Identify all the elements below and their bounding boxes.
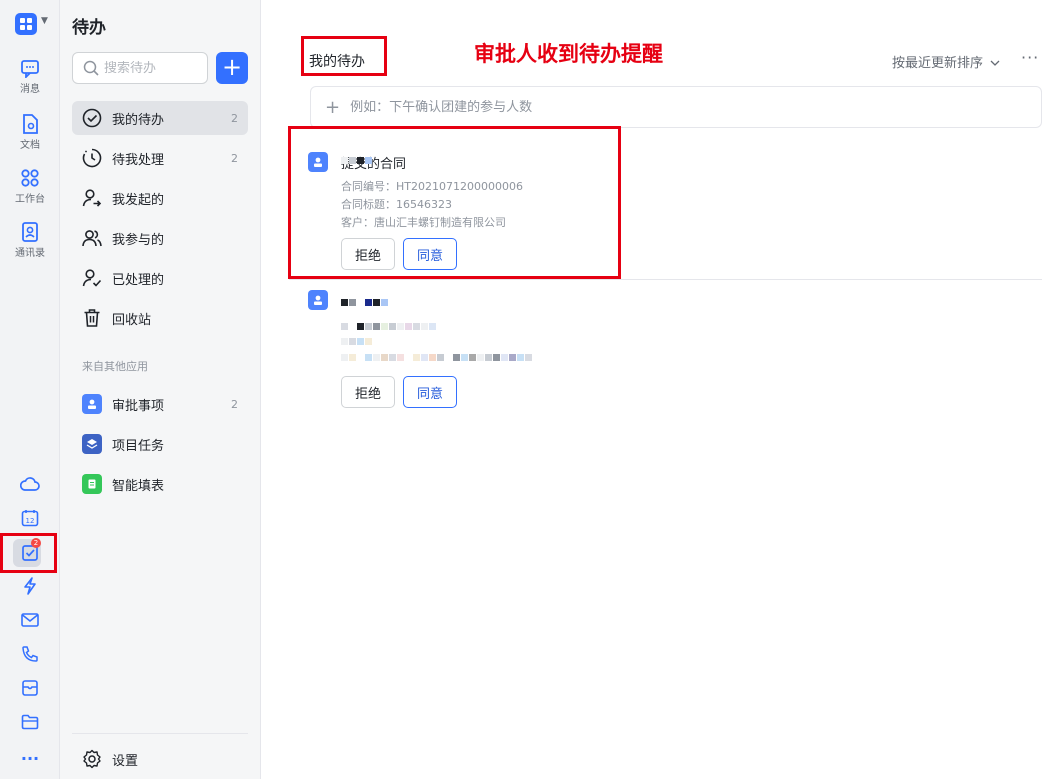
add-todo-button[interactable]: + [216,52,248,84]
sidebar-footer-divider [72,733,248,734]
user-check-icon [82,268,102,288]
sidebar-app-approval[interactable]: 审批事项 2 [72,387,248,421]
rail-label: 消息 [20,84,40,95]
sidebar-item-label: 待我处理 [112,152,165,168]
approval-avatar-icon [308,290,328,310]
annotation-text: 审批人收到待办提醒 [474,41,663,66]
message-icon [21,60,39,78]
sort-dropdown[interactable]: 按最近更新排序 [892,52,1000,71]
rail-cloud[interactable] [0,468,60,500]
chevron-down-icon [990,60,1000,66]
reject-button[interactable]: 拒绝 [341,376,395,408]
rail-more-icon[interactable]: ··· [0,742,60,774]
sidebar-item-count: 2 [231,397,238,411]
redacted-block [341,320,437,333]
sidebar-item-my-todo[interactable]: 我的待办 2 [72,101,248,135]
phone-icon [22,646,38,662]
sort-label: 按最近更新排序 [892,56,984,71]
rail-label: 文档 [20,140,40,151]
todo-card[interactable]: 拒绝 同意 [308,290,1048,410]
app-grid-icon[interactable] [15,13,37,35]
search-input[interactable] [104,60,204,76]
plus-icon: + [325,96,341,118]
redacted-block [341,351,533,364]
sidebar-item-label: 我参与的 [112,232,165,248]
search-icon [83,60,99,76]
quick-add-input[interactable] [350,99,951,115]
sidebar-item-trash[interactable]: 回收站 [72,301,248,335]
rail-folder[interactable] [0,706,60,738]
sidebar-app-form[interactable]: 智能填表 [72,467,248,501]
users-icon [82,228,102,248]
sidebar-item-label: 项目任务 [112,438,165,454]
more-options-icon[interactable]: ··· [1021,48,1039,67]
redacted-block [341,295,389,310]
search-box [72,52,208,84]
rail-box[interactable] [0,672,60,704]
sidebar-item-label: 回收站 [112,312,152,328]
rail-label: 工作台 [15,194,45,205]
rail-phone[interactable] [0,638,60,670]
sidebar-item-count: 2 [231,151,238,165]
rail-item-workbench[interactable]: 工作台 [0,168,60,205]
workbench-icon [21,169,39,187]
highlight-box-title [301,36,387,76]
rail-item-docs[interactable]: 文档 [0,114,60,151]
highlight-box-card [288,126,621,279]
sidebar-title: 待办 [72,18,106,38]
sidebar-item-label: 审批事项 [112,398,165,414]
box-icon [22,680,38,696]
section-label-other-apps: 来自其他应用 [82,360,148,373]
sidebar-item-label: 已处理的 [112,272,165,288]
approval-icon [82,394,102,414]
card-divider [289,279,1042,280]
clock-icon [82,148,102,168]
main-content: 我的待办 审批人收到待办提醒 按最近更新排序 ··· + 提交的合同 合同编号：… [261,0,1048,779]
check-circle-icon [82,108,102,128]
rail-item-contacts[interactable]: 通讯录 [0,222,60,259]
sidebar-app-project[interactable]: 项目任务 [72,427,248,461]
mail-icon [21,613,39,627]
sidebar-item-participated[interactable]: 我参与的 [72,221,248,255]
sidebar-item-initiated[interactable]: 我发起的 [72,181,248,215]
sidebar-item-label: 我的待办 [112,112,165,128]
rail-calendar[interactable]: 12 [0,502,60,534]
app-window: ▼ 消息 文档 工作台 通讯录 12 2 ··· 待办 搜索待办 + 我的待办 … [0,0,1048,779]
folder-icon [21,714,39,730]
approve-button[interactable]: 同意 [403,376,457,408]
form-icon [82,474,102,494]
cloud-icon [20,477,40,491]
rail-item-messages[interactable]: 消息 [0,60,60,95]
trash-icon [82,308,102,328]
left-rail: ▼ 消息 文档 工作台 通讯录 12 2 ··· [0,0,60,779]
sidebar-item-count: 2 [231,111,238,125]
project-icon [82,434,102,454]
calendar-day: 12 [26,517,35,525]
redacted-block [341,335,373,348]
rail-label: 通讯录 [15,248,45,259]
settings-label: 设置 [112,753,139,769]
quick-add-bar[interactable]: + [310,86,1042,128]
calendar-icon: 12 [21,510,39,527]
lightning-icon [24,577,36,595]
sidebar-item-processed[interactable]: 已处理的 [72,261,248,295]
highlight-box-todo-rail [0,533,57,573]
document-icon [23,114,38,134]
sidebar-item-pending[interactable]: 待我处理 2 [72,141,248,175]
user-send-icon [82,188,102,208]
chevron-down-icon[interactable]: ▼ [41,16,48,26]
settings-button[interactable]: 设置 [72,742,248,776]
todo-sidebar: 待办 + 我的待办 2 待我处理 2 我发起的 我参与的 已处理的 [60,0,261,779]
rail-mail[interactable] [0,604,60,636]
contacts-icon [22,222,38,242]
sidebar-item-label: 我发起的 [112,192,165,208]
sidebar-item-label: 智能填表 [112,478,165,494]
gear-icon [82,749,102,769]
rail-lightning[interactable] [0,570,60,602]
